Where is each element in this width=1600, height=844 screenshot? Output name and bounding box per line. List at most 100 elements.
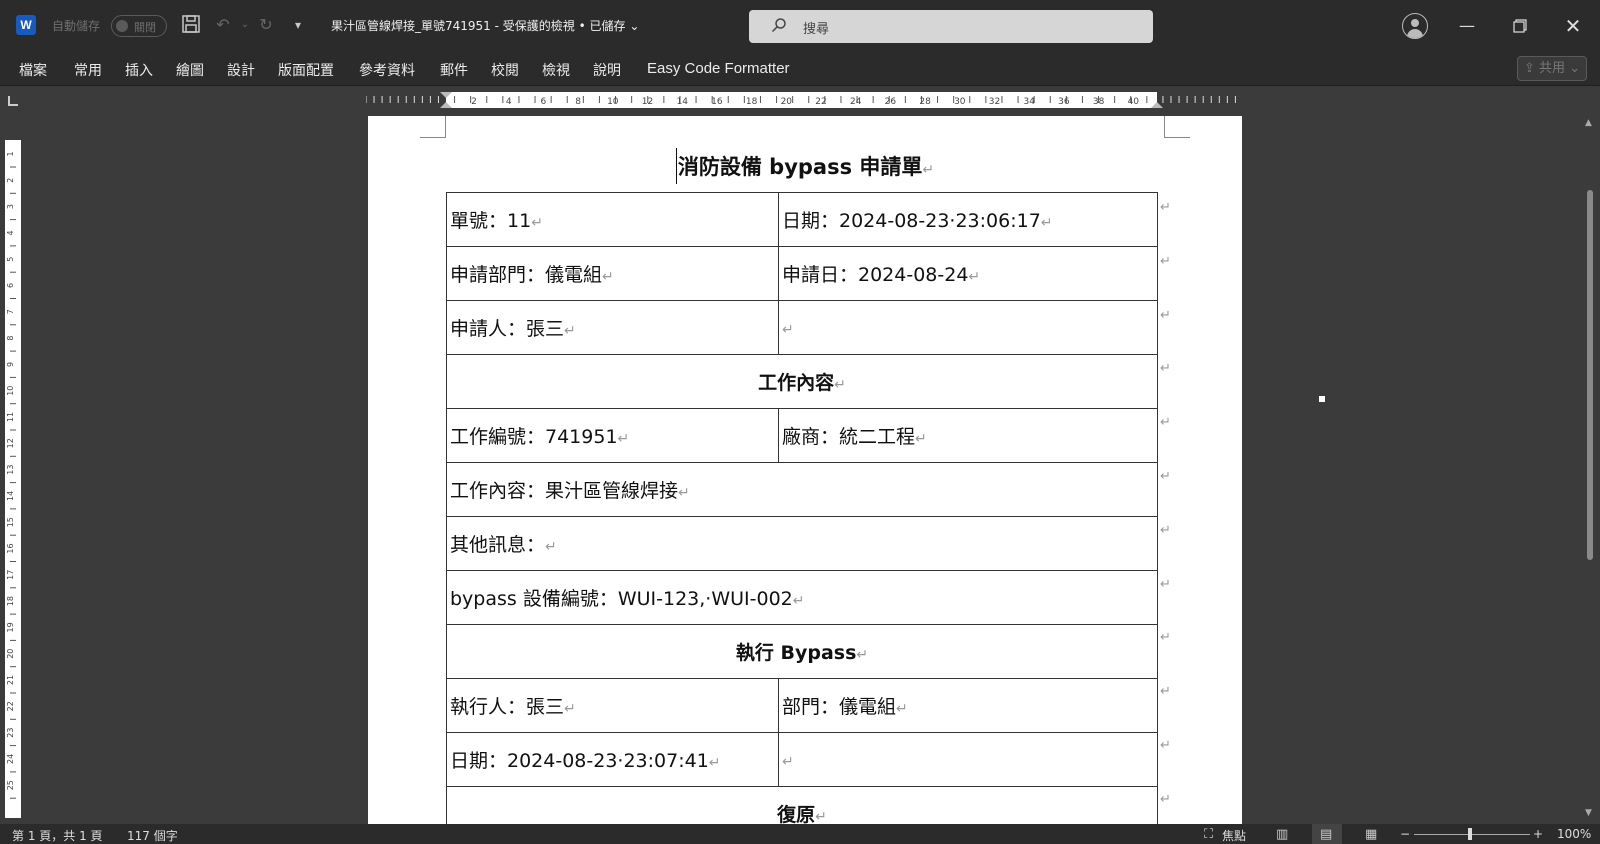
table-row: 復原↵ <box>446 786 1158 824</box>
tab-file[interactable]: 檔案 <box>19 60 47 80</box>
section-header-cell[interactable]: 執行 Bypass↵ <box>446 624 1158 679</box>
focus-icon[interactable]: ⛶ <box>1204 827 1213 842</box>
end-of-cell-mark: ↵ <box>782 321 794 338</box>
ruler-label: 36 <box>1058 97 1070 107</box>
end-of-cell-mark: ↵ <box>1040 215 1053 231</box>
section-header-cell[interactable]: 復原↵ <box>446 786 1158 824</box>
heading-text: 消防設備 bypass 申請單 <box>677 155 923 179</box>
redo-icon[interactable]: ↻ <box>255 14 277 36</box>
table-cell[interactable]: 工作編號：741951↵ <box>446 408 779 463</box>
ruler-label: 16 <box>6 543 15 553</box>
ruler-label: 3 <box>6 204 15 209</box>
table-cell[interactable]: 日期：2024-08-23·23:06:17↵ <box>778 192 1158 247</box>
end-of-cell-mark: ↵ <box>564 323 576 339</box>
end-of-cell-mark: ↵ <box>782 753 794 770</box>
tab-design[interactable]: 設計 <box>227 60 255 80</box>
ruler-label: 10 <box>6 386 15 396</box>
ruler-label: 24 <box>850 97 862 107</box>
scroll-up-icon[interactable]: ▲ <box>1585 118 1592 128</box>
ruler-label: 20 <box>781 97 793 107</box>
paragraph-mark: ↵ <box>922 162 935 178</box>
account-avatar[interactable] <box>1402 13 1428 39</box>
word-count[interactable]: 117 個字 <box>127 827 178 844</box>
tab-insert[interactable]: 插入 <box>125 60 153 80</box>
tab-mailings[interactable]: 郵件 <box>440 60 468 80</box>
cell-text: 工作編號：741951 <box>450 426 618 448</box>
focus-label[interactable]: 焦點 <box>1222 827 1246 844</box>
table-cell[interactable]: 申請人：張三↵ <box>446 300 779 355</box>
tab-references[interactable]: 參考資料 <box>359 60 415 80</box>
ruler-label: 15 <box>6 517 15 527</box>
table-cell[interactable]: 部門：儀電組↵ <box>778 678 1158 733</box>
table-cell[interactable]: 工作內容：果汁區管線焊接↵ <box>446 462 1158 517</box>
autosave-toggle[interactable]: 關閉 <box>111 15 167 37</box>
selection-handle <box>1319 396 1325 402</box>
search-box[interactable]: 搜尋 <box>749 10 1153 43</box>
table-cell[interactable]: ↵ <box>778 300 1158 355</box>
cell-text: 工作內容 <box>758 372 835 394</box>
zoom-in-button[interactable]: + <box>1533 827 1543 841</box>
tab-draw[interactable]: 繪圖 <box>176 60 204 80</box>
close-icon[interactable]: ✕ <box>1558 12 1588 40</box>
table-cell[interactable]: 單號：11↵ <box>446 192 779 247</box>
share-label: 共用 <box>1539 61 1566 76</box>
scroll-thumb[interactable] <box>1587 190 1593 560</box>
undo-dropdown-icon[interactable]: ⌄ <box>234 14 256 36</box>
document-heading[interactable]: 消防設備 bypass 申請單↵ <box>368 148 1242 186</box>
vertical-ruler[interactable]: 1 2 3 4 5 6 7 8 9 10 11 12 13 14 15 16 17 18 19 20 21 22 23 24 2… <box>5 118 21 818</box>
tab-review[interactable]: 校閱 <box>491 60 519 80</box>
end-of-row-mark: ↵ <box>1160 522 1171 538</box>
table-row: 工作內容：果汁區管線焊接↵ <box>446 462 1158 517</box>
ruler-label: 18 <box>746 97 758 107</box>
undo-icon[interactable]: ↶ <box>212 14 234 36</box>
read-mode-icon[interactable]: ▥ <box>1276 827 1288 842</box>
share-button[interactable]: ⇪ 共用 ⌄ <box>1517 56 1587 81</box>
table-cell[interactable]: 廠商：統二工程↵ <box>778 408 1158 463</box>
document-title[interactable]: 果汁區管線焊接_單號741951 - 受保護的檢視 • 已儲存 ⌄ <box>331 17 639 34</box>
end-of-cell-mark: ↵ <box>815 809 827 824</box>
document-page[interactable]: 消防設備 bypass 申請單↵ 單號：11↵ 日期：2024-08-23·23:… <box>368 116 1242 824</box>
zoom-level[interactable]: 100% <box>1557 827 1591 841</box>
tab-selector[interactable] <box>8 96 18 106</box>
table-cell[interactable]: 執行人：張三↵ <box>446 678 779 733</box>
zoom-out-button[interactable]: − <box>1400 827 1410 841</box>
end-of-row-mark: ↵ <box>1160 415 1171 431</box>
table-row: 工作內容↵ <box>446 354 1158 409</box>
horizontal-ruler[interactable]: 2 4 6 8 10 12 14 16 18 20 22 24 26 28 30 32 34 36 38 40 <box>366 92 1242 108</box>
web-layout-icon[interactable]: ▦ <box>1365 827 1377 842</box>
ruler-label: 34 <box>1023 97 1035 107</box>
tab-help[interactable]: 說明 <box>593 60 621 80</box>
tab-easy-code-formatter[interactable]: Easy Code Formatter <box>647 60 790 77</box>
table-cell[interactable]: 申請部門：儀電組↵ <box>446 246 779 301</box>
customize-toolbar-icon[interactable]: ▾ <box>287 14 309 36</box>
table-cell[interactable]: ↵ <box>778 732 1158 787</box>
print-layout-icon[interactable]: ▤ <box>1320 827 1332 842</box>
minimize-icon[interactable]: — <box>1452 12 1482 40</box>
restore-icon[interactable] <box>1505 12 1535 40</box>
zoom-slider[interactable] <box>1414 834 1530 835</box>
table-row: 申請部門：儀電組↵ 申請日：2024-08-24↵ <box>446 246 1158 301</box>
ruler-label: 30 <box>954 97 966 107</box>
ruler-text-area <box>5 140 21 818</box>
crop-mark <box>420 116 446 138</box>
save-icon[interactable] <box>180 14 202 36</box>
form-table[interactable]: 單號：11↵ 日期：2024-08-23·23:06:17↵ 申請部門：儀電組↵ 申請… <box>446 192 1158 824</box>
tab-home[interactable]: 常用 <box>74 60 102 80</box>
cell-text: 申請人：張三 <box>450 318 565 340</box>
scroll-down-icon[interactable]: ▼ <box>1585 808 1592 818</box>
vertical-scrollbar[interactable]: ▲ ▼ <box>1582 116 1598 822</box>
ruler-label: 14 <box>676 97 688 107</box>
end-of-cell-mark: ↵ <box>856 647 869 663</box>
table-cell[interactable]: 申請日：2024-08-24↵ <box>778 246 1158 301</box>
page-info[interactable]: 第 1 頁，共 1 頁 <box>12 827 103 844</box>
zoom-slider-thumb[interactable] <box>1468 828 1472 840</box>
ruler-label: 22 <box>6 701 15 711</box>
tab-view[interactable]: 檢視 <box>542 60 570 80</box>
section-header-cell[interactable]: 工作內容↵ <box>446 354 1158 409</box>
table-cell[interactable]: bypass 設備編號：WUI-123,·WUI-002↵ <box>446 570 1158 625</box>
table-cell[interactable]: 其他訊息：↵ <box>446 516 1158 571</box>
share-icon: ⇪ <box>1524 61 1535 76</box>
table-cell[interactable]: 日期：2024-08-23·23:07:41↵ <box>446 732 779 787</box>
tab-layout[interactable]: 版面配置 <box>278 60 334 80</box>
ruler-label: 20 <box>6 649 15 659</box>
